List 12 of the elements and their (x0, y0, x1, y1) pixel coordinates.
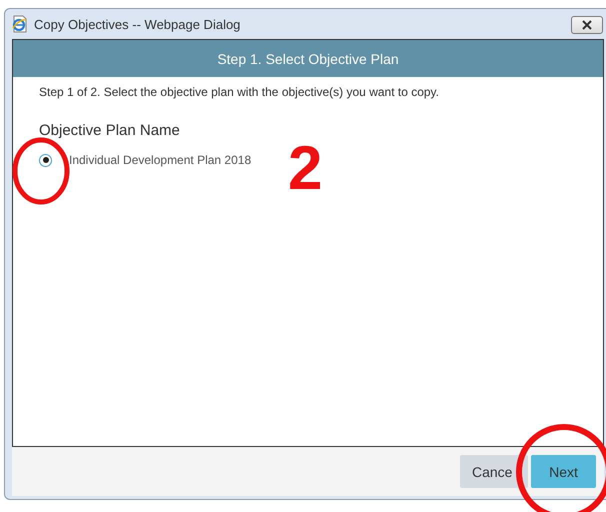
section-title: Objective Plan Name (39, 122, 181, 139)
window-title: Copy Objectives -- Webpage Dialog (34, 16, 240, 32)
close-button[interactable] (571, 16, 603, 34)
browser-page-icon (11, 15, 29, 33)
step-title: Step 1. Select Objective Plan (217, 50, 399, 66)
instructions-text: Step 1 of 2. Select the objective plan with the objective(s) you want to copy. (39, 85, 440, 99)
next-button[interactable]: Next (531, 455, 596, 488)
close-icon (581, 20, 593, 30)
radio-button[interactable] (39, 154, 52, 166)
plan-label[interactable]: Individual Development Plan 2018 (69, 153, 252, 167)
cancel-button[interactable]: Cance (460, 455, 528, 488)
annotation-number: 2 (288, 138, 322, 200)
